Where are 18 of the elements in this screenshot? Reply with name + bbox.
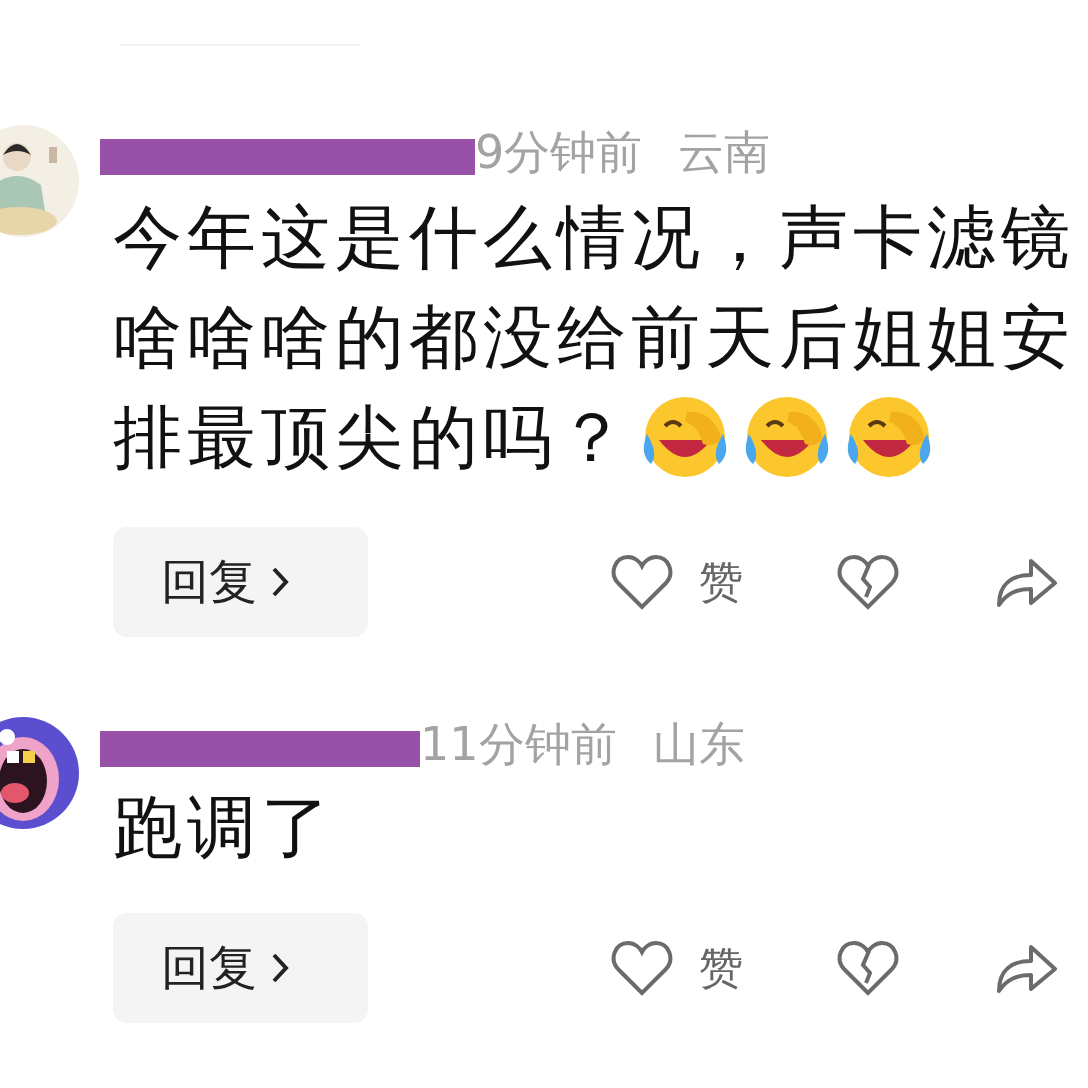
chevron-right-icon (271, 952, 289, 984)
like-label[interactable]: 赞 (699, 552, 743, 612)
comment-location: 山东 (652, 716, 745, 773)
reply-button[interactable]: 回复 (113, 527, 368, 637)
heart-icon[interactable] (611, 553, 673, 611)
chevron-right-icon (271, 566, 289, 598)
comment-time: 11分钟前 (420, 716, 617, 773)
comment-time: 9分钟前 (475, 124, 643, 181)
broken-heart-icon[interactable] (837, 939, 899, 997)
like-label[interactable]: 赞 (699, 938, 743, 998)
comment-text-line: 排最顶尖的吗？ (113, 396, 631, 479)
broken-heart-icon[interactable] (837, 553, 899, 611)
comment-text-line: 跑调了 (113, 786, 335, 869)
comment-location: 云南 (678, 124, 771, 181)
comment-text-line: 今年这是什么情况，声卡滤镜 (113, 196, 1075, 279)
reply-button[interactable]: 回复 (113, 913, 368, 1023)
comment-text-line: 啥啥啥的都没给前天后姐姐安 (113, 296, 1075, 379)
heart-icon[interactable] (611, 939, 673, 997)
